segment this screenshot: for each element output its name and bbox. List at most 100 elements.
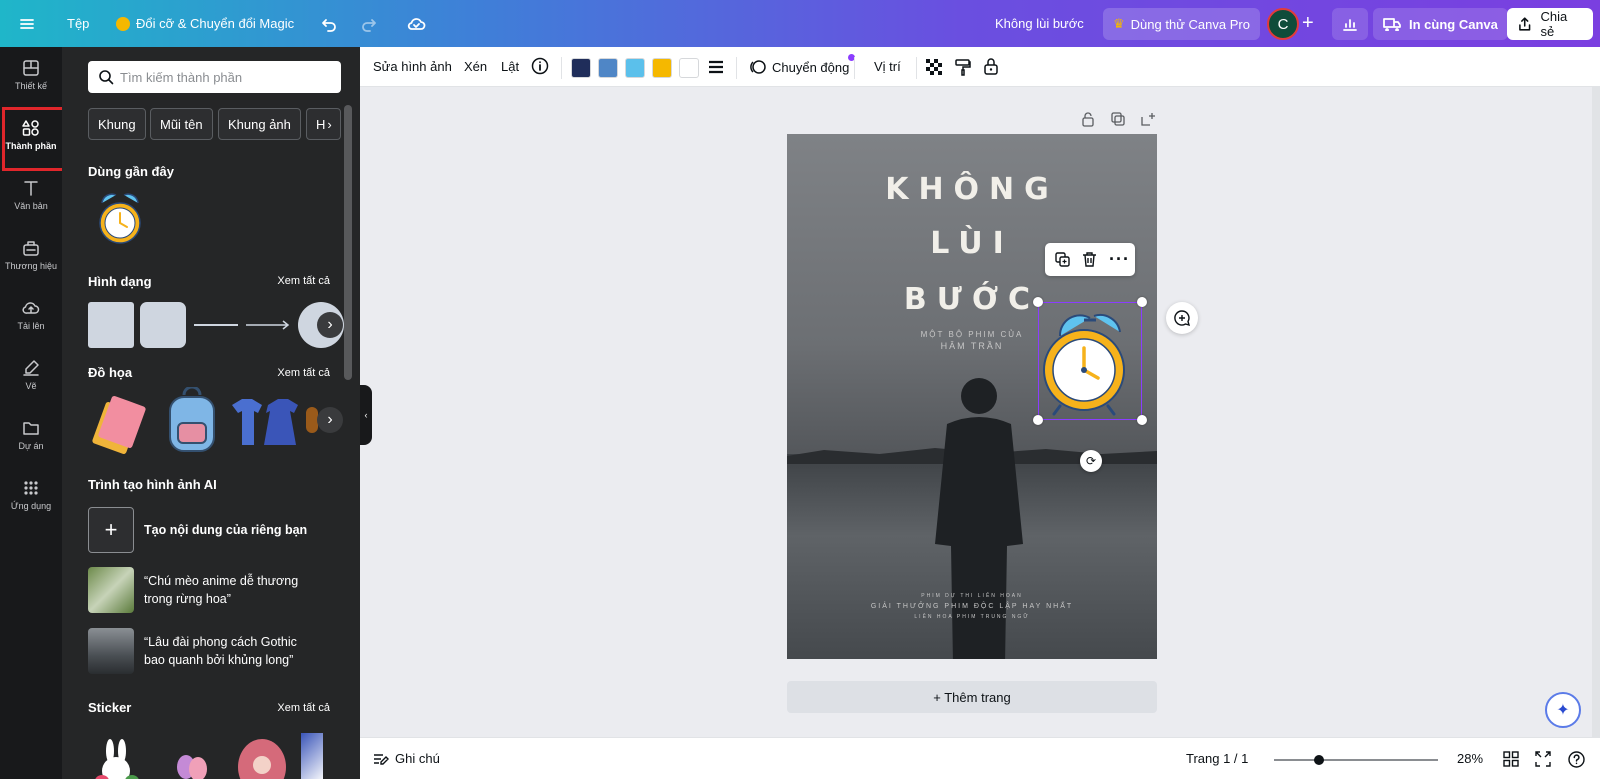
draw-icon — [23, 360, 39, 376]
color-swatch-yellow[interactable] — [652, 58, 672, 78]
poster-title-line1[interactable]: KHÔNG — [787, 172, 1157, 207]
resize-handle-tl[interactable] — [1033, 297, 1043, 307]
shape-square[interactable] — [88, 302, 134, 348]
rail-label: Thương hiệu — [5, 261, 57, 271]
comment-icon[interactable] — [1166, 302, 1198, 334]
canva-pro-trial-button[interactable]: ♛ Dùng thử Canva Pro — [1103, 8, 1260, 40]
page-lock-icon[interactable] — [1080, 111, 1096, 132]
avatar[interactable]: C — [1267, 8, 1299, 40]
graphics-see-all[interactable]: Xem tất cả — [277, 367, 330, 379]
animate-button[interactable]: Chuyển động — [749, 54, 856, 76]
copy-style-icon[interactable] — [954, 58, 972, 79]
chevron-right-icon: › — [327, 116, 332, 132]
color-swatch-white[interactable] — [679, 58, 699, 78]
edit-image-button[interactable]: Sửa hình ảnh — [373, 59, 452, 74]
fullscreen-icon[interactable] — [1535, 751, 1551, 770]
help-icon[interactable] — [1568, 751, 1585, 771]
sticker-bunny[interactable] — [88, 737, 148, 779]
trash-icon[interactable] — [1081, 251, 1098, 273]
rail-item-projects[interactable]: Dự án — [0, 407, 62, 463]
color-swatch-blue[interactable] — [598, 58, 618, 78]
color-swatch-light-blue[interactable] — [625, 58, 645, 78]
highlight-annotation — [2, 107, 68, 171]
page-add-icon[interactable] — [1140, 111, 1156, 132]
duplicate-icon[interactable] — [1054, 251, 1071, 273]
add-page-button[interactable]: + Thêm trang — [787, 681, 1157, 713]
sticker-see-all[interactable]: Xem tất cả — [277, 702, 330, 714]
shape-rounded-square[interactable] — [140, 302, 186, 348]
notes-button[interactable]: Ghi chú — [373, 751, 440, 766]
rail-item-upload[interactable]: Tải lên — [0, 287, 62, 343]
resize-handle-tr[interactable] — [1137, 297, 1147, 307]
crown-icon: ♛ — [1113, 16, 1125, 31]
zoom-slider[interactable] — [1274, 755, 1438, 765]
chip-arrow[interactable]: Mũi tên — [150, 108, 213, 140]
cloud-sync-icon[interactable] — [406, 0, 426, 47]
magic-resize-label: Đổi cỡ & Chuyển đổi Magic — [136, 16, 295, 31]
magic-resize-button[interactable]: Đổi cỡ & Chuyển đổi Magic — [116, 0, 294, 47]
graphic-backpack[interactable] — [160, 385, 224, 460]
ai-prompt-anime-cat[interactable]: “Chú mèo anime dễ thương trong rừng hoa” — [88, 567, 314, 613]
rail-item-brand[interactable]: Thương hiệu — [0, 227, 62, 283]
ai-create-own[interactable]: + Tạo nội dung của riêng bạn — [88, 507, 314, 553]
chip-label: H — [316, 116, 326, 132]
chip-frame[interactable]: Khung — [88, 108, 146, 140]
position-button[interactable]: Vị trí — [874, 59, 901, 74]
resize-handle-br[interactable] — [1137, 415, 1147, 425]
redo-icon[interactable] — [360, 0, 378, 47]
collapse-panel-handle[interactable]: ‹ — [360, 385, 372, 445]
shapes-see-all[interactable]: Xem tất cả — [277, 275, 330, 287]
scroll-right-arrow[interactable]: › — [317, 312, 343, 338]
scroll-right-arrow[interactable]: › — [317, 407, 343, 433]
contextual-toolbar: Sửa hình ảnh Xén Lật Chuyển động Vị trí — [360, 47, 1600, 87]
rail-item-apps[interactable]: Ứng dụng — [0, 467, 62, 523]
canvas-scrollbar[interactable] — [1592, 87, 1600, 737]
ai-prompt-gothic-castle[interactable]: “Lâu đài phong cách Gothic bao quanh bởi… — [88, 628, 314, 674]
add-collaborator-icon[interactable]: + — [1302, 0, 1314, 47]
chip-photo-frame[interactable]: Khung ảnh — [218, 108, 301, 140]
border-style-icon[interactable] — [707, 59, 725, 78]
page-duplicate-icon[interactable] — [1110, 111, 1126, 132]
rotate-handle-icon[interactable]: ⟳ — [1080, 450, 1102, 472]
insights-icon[interactable] — [1332, 8, 1368, 40]
color-swatch-navy[interactable] — [571, 58, 591, 78]
crop-button[interactable]: Xén — [464, 59, 487, 74]
rail-item-design[interactable]: Thiết kế — [0, 47, 62, 103]
chip-more[interactable]: H › — [306, 108, 341, 140]
zoom-slider-knob[interactable] — [1314, 755, 1324, 765]
info-icon[interactable] — [531, 57, 549, 78]
grid-view-icon[interactable] — [1503, 751, 1519, 770]
resize-handle-bl[interactable] — [1033, 415, 1043, 425]
menu-icon[interactable] — [18, 0, 36, 47]
sticker-heart-egg[interactable] — [234, 737, 290, 779]
shape-arrow-line[interactable] — [246, 318, 292, 336]
rail-item-draw[interactable]: Vẽ — [0, 347, 62, 403]
sticker-title: Sticker — [88, 700, 132, 715]
undo-icon[interactable] — [320, 0, 338, 47]
pro-trial-label: Dùng thử Canva Pro — [1130, 16, 1250, 32]
graphic-notebook[interactable] — [90, 392, 152, 459]
lock-icon[interactable] — [982, 57, 1000, 78]
poster-award-line2[interactable]: GIẢI THƯỞNG PHIM ĐỘC LẬP HAY NHẤT — [787, 603, 1157, 610]
zoom-level[interactable]: 28% — [1457, 751, 1483, 766]
poster-award-line3[interactable]: LIÊN HOA PHIM TRUNG NGỮ — [787, 614, 1157, 620]
transparency-icon[interactable] — [925, 58, 943, 79]
flip-button[interactable]: Lật — [501, 59, 519, 74]
file-menu[interactable]: Tệp — [67, 0, 89, 47]
bottom-bar: Ghi chú Trang 1 / 1 28% — [360, 737, 1600, 779]
rail-item-text[interactable]: Văn bản — [0, 167, 62, 223]
sticker-eggs[interactable] — [172, 747, 212, 779]
recent-alarm-clock[interactable] — [92, 189, 148, 254]
share-button[interactable]: Chia sẻ — [1507, 8, 1593, 40]
panel-scrollbar[interactable] — [344, 105, 352, 380]
document-title[interactable]: Không lùi bước — [995, 0, 1084, 47]
search-input[interactable]: Tìm kiếm thành phần — [88, 61, 341, 93]
magic-assistant-icon[interactable]: ✦ — [1545, 692, 1581, 728]
poster-award-line1[interactable]: PHIM DỰ THI LIÊN HOAN — [787, 593, 1157, 599]
print-with-canva-button[interactable]: In cùng Canva — [1373, 8, 1508, 40]
sticker-partial[interactable] — [301, 733, 323, 779]
shape-line[interactable] — [194, 324, 238, 326]
page-indicator[interactable]: Trang 1 / 1 — [1186, 751, 1248, 766]
more-options-icon[interactable]: ··· — [1109, 249, 1130, 270]
graphic-uniform[interactable] — [230, 395, 300, 452]
